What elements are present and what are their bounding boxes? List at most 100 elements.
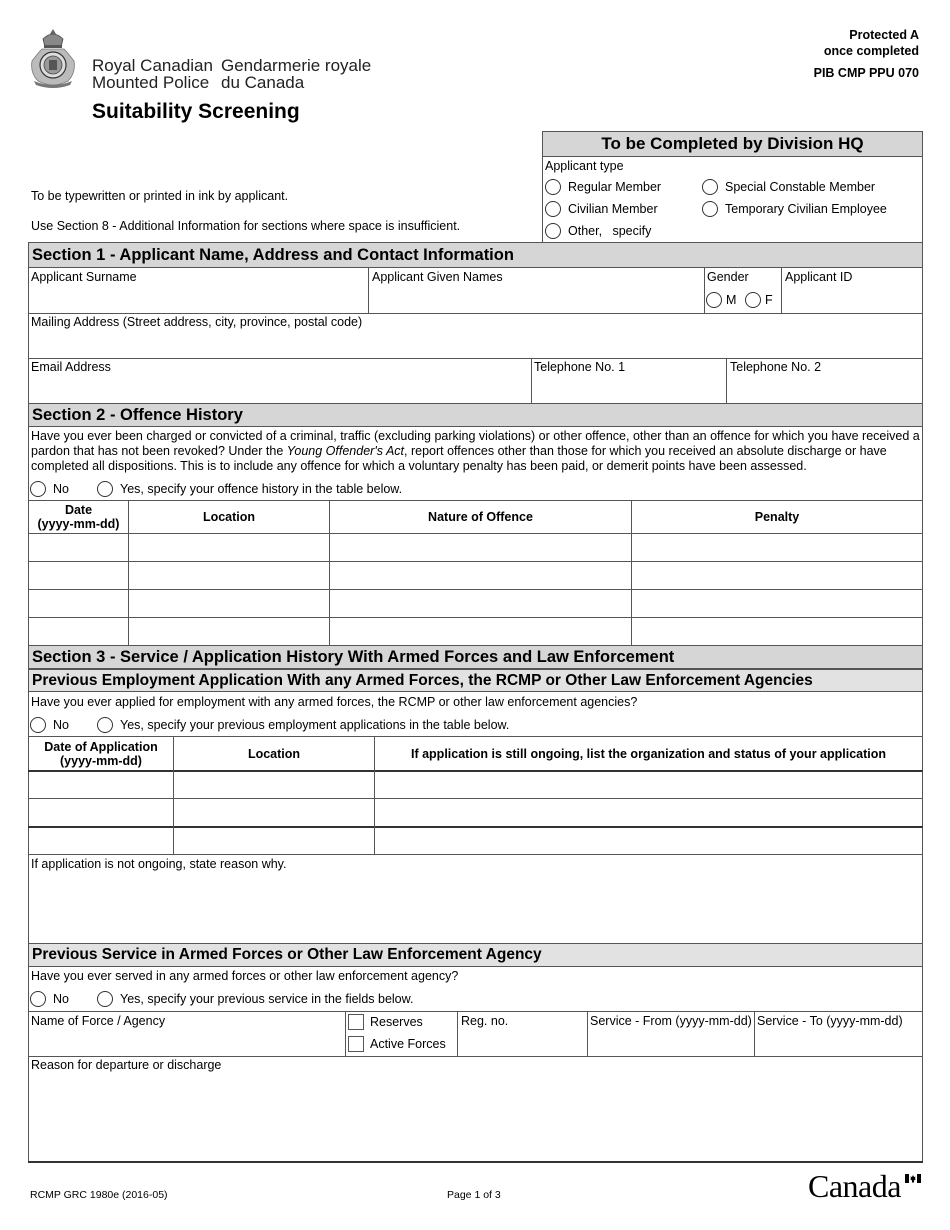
applicant-surname-field[interactable]: [29, 286, 368, 312]
radio-icon[interactable]: [702, 201, 718, 217]
employment-table-cell[interactable]: [174, 828, 374, 853]
offence-table-cell[interactable]: [29, 562, 128, 588]
employment-table-cell[interactable]: [174, 799, 374, 824]
employment-table-cell[interactable]: [174, 772, 374, 797]
name-of-force-field[interactable]: [29, 1030, 344, 1055]
employment-table-cell[interactable]: [375, 799, 922, 824]
offence-table-cell[interactable]: [632, 618, 922, 644]
section3-header: Section 3 - Service / Application Histor…: [28, 645, 923, 669]
option-regular-member[interactable]: Regular Member: [545, 179, 661, 195]
reason-not-ongoing-label: If application is not ongoing, state rea…: [31, 857, 287, 871]
offence-table-cell[interactable]: [330, 534, 631, 560]
org-en-line2: Mounted Police: [92, 73, 210, 92]
service-yes-option[interactable]: Yes, specify your previous service in th…: [97, 991, 413, 1007]
radio-icon[interactable]: [97, 481, 113, 497]
service-question: Have you ever served in any armed forces…: [31, 969, 459, 983]
radio-icon[interactable]: [745, 292, 761, 308]
service-from-label: Service - From (yyyy-mm-dd): [590, 1014, 752, 1028]
gender-m-option[interactable]: M: [706, 292, 736, 308]
col-header-line: Date of Application: [44, 739, 158, 754]
org-fr-line2: du Canada: [221, 73, 305, 92]
org-name-french: Gendarmerie royale du Canada: [221, 57, 371, 91]
offence-table-cell[interactable]: [129, 534, 329, 560]
option-label: Yes, specify your offence history in the…: [120, 482, 403, 496]
reg-no-field[interactable]: [459, 1030, 586, 1055]
offence-yes-option[interactable]: Yes, specify your offence history in the…: [97, 481, 402, 497]
divider: [28, 1011, 923, 1012]
checkbox-icon[interactable]: [348, 1014, 364, 1030]
offence-table-cell[interactable]: [632, 590, 922, 616]
page-title: Suitability Screening: [92, 100, 300, 123]
mailing-address-label: Mailing Address (Street address, city, p…: [31, 315, 363, 329]
telephone1-field[interactable]: [533, 376, 725, 402]
radio-icon[interactable]: [545, 223, 561, 239]
canada-wordmark: Canada: [808, 1168, 901, 1204]
employment-table-cell[interactable]: [29, 772, 173, 797]
active-forces-option[interactable]: Active Forces: [348, 1036, 446, 1052]
service-to-field[interactable]: [756, 1030, 922, 1055]
applicant-given-names-label: Applicant Given Names: [372, 270, 503, 284]
employment-no-option[interactable]: No: [30, 717, 69, 733]
offence-table-cell[interactable]: [330, 590, 631, 616]
radio-icon[interactable]: [545, 179, 561, 195]
gender-f-option[interactable]: F: [745, 292, 773, 308]
offence-col-nature: Nature of Offence: [428, 510, 533, 524]
divider: [754, 1011, 755, 1056]
offence-table-cell[interactable]: [632, 562, 922, 588]
canada-flag-icon: [905, 1172, 921, 1183]
section2-header: Section 2 - Offence History: [28, 403, 923, 427]
employment-application-subheader: Previous Employment Application With any…: [28, 669, 923, 692]
option-temporary-civilian-employee[interactable]: Temporary Civilian Employee: [702, 201, 887, 217]
offence-table-cell[interactable]: [129, 562, 329, 588]
employment-table-cell[interactable]: [29, 828, 173, 853]
employment-yes-option[interactable]: Yes, specify your previous employment ap…: [97, 717, 509, 733]
offence-col-penalty: Penalty: [754, 510, 800, 524]
reason-not-ongoing-field[interactable]: [29, 873, 922, 943]
option-label: Active Forces: [370, 1037, 446, 1051]
applicant-given-names-field[interactable]: [370, 286, 703, 312]
checkbox-icon[interactable]: [348, 1036, 364, 1052]
service-from-field[interactable]: [589, 1030, 753, 1055]
option-special-constable-member[interactable]: Special Constable Member: [702, 179, 875, 195]
offence-table-cell[interactable]: [29, 534, 128, 560]
offence-table-cell[interactable]: [330, 618, 631, 644]
radio-icon[interactable]: [97, 991, 113, 1007]
offence-table-cell[interactable]: [632, 534, 922, 560]
employment-table-cell[interactable]: [29, 799, 173, 824]
radio-icon[interactable]: [545, 201, 561, 217]
offence-table-cell[interactable]: [330, 562, 631, 588]
service-no-option[interactable]: No: [30, 991, 69, 1007]
telephone2-field[interactable]: [728, 376, 922, 402]
radio-icon[interactable]: [706, 292, 722, 308]
offence-table-cell[interactable]: [29, 590, 128, 616]
divider: [28, 358, 923, 359]
employment-table-cell[interactable]: [375, 772, 922, 797]
question-act-name: Young Offender's Act: [286, 444, 405, 458]
option-label: Temporary Civilian Employee: [725, 202, 887, 216]
radio-icon[interactable]: [30, 481, 46, 497]
employment-table-cell[interactable]: [375, 828, 922, 853]
radio-icon[interactable]: [97, 717, 113, 733]
radio-icon[interactable]: [702, 179, 718, 195]
offence-table-cell[interactable]: [129, 618, 329, 644]
page-number: Page 1 of 3: [447, 1189, 501, 1201]
col-header-line: (yyyy-mm-dd): [60, 753, 142, 768]
offence-table-cell[interactable]: [129, 590, 329, 616]
offence-no-option[interactable]: No: [30, 481, 69, 497]
reason-departure-field[interactable]: [29, 1074, 922, 1160]
radio-icon[interactable]: [30, 991, 46, 1007]
reserves-option[interactable]: Reserves: [348, 1014, 423, 1030]
option-other-specify[interactable]: Other, specify: [545, 223, 651, 239]
offence-table-cell[interactable]: [29, 618, 128, 644]
mailing-address-field[interactable]: [29, 331, 922, 357]
applicant-type-label: Applicant type: [545, 159, 624, 173]
email-address-field[interactable]: [29, 376, 530, 402]
divider: [28, 1056, 923, 1057]
applicant-id-field[interactable]: [783, 286, 922, 312]
option-civilian-member[interactable]: Civilian Member: [545, 201, 658, 217]
pib-number: PIB CMP PPU 070: [813, 66, 919, 80]
telephone1-label: Telephone No. 1: [534, 360, 626, 374]
division-hq-box: To be Completed by Division HQ Applicant…: [542, 131, 923, 242]
radio-icon[interactable]: [30, 717, 46, 733]
org-fr-line1: Gendarmerie royale: [221, 56, 372, 75]
